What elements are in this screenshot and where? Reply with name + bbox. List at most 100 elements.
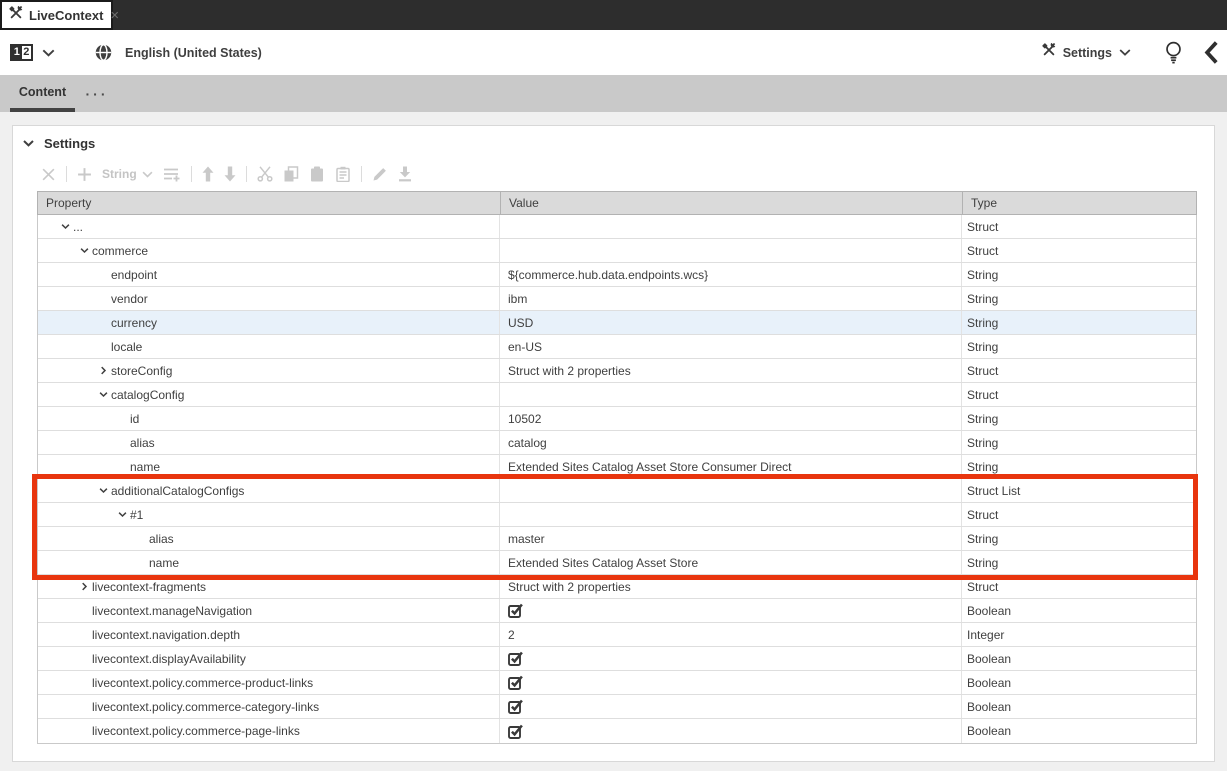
document-tab-livecontext[interactable]: LiveContext × [0, 0, 113, 30]
locale-label[interactable]: English (United States) [125, 46, 262, 60]
column-header-type[interactable]: Type [963, 192, 1195, 214]
table-row[interactable]: vendoribmString [38, 287, 1196, 311]
table-row[interactable]: catalogConfig Struct [38, 383, 1196, 407]
table-row[interactable]: id10502String [38, 407, 1196, 431]
variant-dropdown-chevron-icon[interactable] [42, 49, 55, 57]
property-name: #1 [130, 508, 143, 522]
table-row[interactable]: livecontext-fragmentsStruct with 2 prope… [38, 575, 1196, 599]
table-row[interactable]: aliascatalogString [38, 431, 1196, 455]
table-row[interactable]: additionalCatalogConfigsStruct List [38, 479, 1196, 503]
table-row[interactable]: currencyUSDString [38, 311, 1196, 335]
collapse-node-icon[interactable] [57, 222, 73, 231]
main-toolbar: 1 2 English (United States) [0, 30, 1227, 75]
variant-2: 2 [22, 46, 32, 59]
expand-node-icon[interactable] [95, 366, 111, 375]
section-collapse-icon[interactable] [23, 140, 34, 147]
table-row[interactable]: commerceStruct [38, 239, 1196, 263]
table-row[interactable]: storeConfig Struct with 2 properties Struc… [38, 359, 1196, 383]
property-value: Extended Sites Catalog Asset Store Consu… [508, 460, 791, 474]
property-name: storeConfig [111, 364, 172, 378]
table-row[interactable]: livecontext.policy.commerce-product-link… [38, 671, 1196, 695]
locale-globe-icon[interactable] [95, 44, 112, 61]
property-value: Extended Sites Catalog Asset Store [508, 556, 698, 570]
property-type: String [967, 316, 998, 330]
paste-special-button[interactable] [335, 166, 351, 182]
settings-form-panel: Settings String [12, 125, 1215, 762]
property-name: commerce [92, 244, 148, 258]
tab-more[interactable]: ··· [75, 75, 119, 112]
property-name: ... [73, 220, 83, 234]
document-tab-title: LiveContext [29, 8, 103, 23]
property-type: Boolean [967, 604, 1011, 618]
tab-content[interactable]: Content [10, 75, 75, 112]
checkbox-checked-icon[interactable] [508, 675, 524, 690]
move-up-button[interactable] [202, 166, 214, 182]
property-type: Struct [967, 388, 998, 402]
property-name: catalogConfig [111, 388, 184, 402]
copy-button[interactable] [283, 166, 299, 182]
edit-button[interactable] [372, 166, 388, 182]
column-header-property[interactable]: Property [38, 192, 501, 214]
section-title: Settings [44, 136, 95, 151]
table-row[interactable]: ... Struct [38, 215, 1196, 239]
property-type: Struct [967, 220, 998, 234]
property-name: livecontext.navigation.depth [92, 628, 240, 642]
tools-icon [1042, 43, 1056, 62]
checkbox-checked-icon[interactable] [508, 651, 524, 666]
view-tab-strip: Content ··· [0, 75, 1227, 112]
property-type: String [967, 460, 998, 474]
remove-property-button[interactable] [41, 167, 56, 182]
property-type: Struct [967, 508, 998, 522]
add-multiple-button[interactable] [163, 167, 181, 182]
collapse-node-icon[interactable] [114, 510, 130, 519]
table-row[interactable]: nameExtended Sites Catalog Asset StoreSt… [38, 551, 1196, 575]
tools-icon [9, 6, 23, 25]
column-header-value[interactable]: Value [501, 192, 963, 214]
table-row[interactable]: livecontext.manageNavigation Boolean [38, 599, 1196, 623]
property-type-selector[interactable]: String [102, 167, 153, 181]
import-button[interactable] [398, 166, 412, 182]
lightbulb-icon[interactable] [1165, 41, 1182, 64]
property-value: ${commerce.hub.data.endpoints.wcs} [508, 268, 708, 282]
settings-dropdown[interactable]: Settings [1042, 43, 1131, 62]
collapse-panel-chevron-icon[interactable] [1204, 41, 1218, 64]
property-name: livecontext.displayAvailability [92, 652, 246, 666]
table-row[interactable]: #1 Struct [38, 503, 1196, 527]
table-row[interactable]: livecontext.policy.commerce-category-lin… [38, 695, 1196, 719]
checkbox-checked-icon[interactable] [508, 603, 524, 618]
table-row[interactable]: aliasmasterString [38, 527, 1196, 551]
move-down-button[interactable] [224, 166, 236, 182]
cut-button[interactable] [257, 166, 273, 182]
property-type: Boolean [967, 652, 1011, 666]
toolbar-separator [191, 166, 192, 182]
table-body: ...StructcommerceStructendpoint${commerc… [37, 215, 1197, 744]
checkbox-checked-icon[interactable] [508, 699, 524, 714]
table-row[interactable]: endpoint${commerce.hub.data.endpoints.wc… [38, 263, 1196, 287]
collapse-node-icon[interactable] [76, 246, 92, 255]
property-type: String [967, 436, 998, 450]
property-value: master [508, 532, 545, 546]
property-name: additionalCatalogConfigs [111, 484, 244, 498]
table-row[interactable]: livecontext.navigation.depth2Integer [38, 623, 1196, 647]
property-name: livecontext-fragments [92, 580, 206, 594]
close-icon[interactable]: × [110, 8, 119, 23]
locale-variant-badge[interactable]: 1 2 [10, 44, 33, 61]
workspace: Settings String [0, 112, 1227, 771]
property-value: Struct with 2 properties [508, 364, 631, 378]
property-type: Boolean [967, 724, 1011, 738]
property-value: ibm [508, 292, 527, 306]
property-name: currency [111, 316, 157, 330]
table-row[interactable]: localeen-USString [38, 335, 1196, 359]
collapse-node-icon[interactable] [95, 486, 111, 495]
property-type: Struct [967, 364, 998, 378]
expand-node-icon[interactable] [76, 582, 92, 591]
table-row[interactable]: livecontext.policy.commerce-page-linksBo… [38, 719, 1196, 743]
paste-button[interactable] [309, 166, 325, 182]
table-row[interactable]: livecontext.displayAvailability Boolean [38, 647, 1196, 671]
collapse-node-icon[interactable] [95, 390, 111, 399]
property-type: String [967, 292, 998, 306]
checkbox-checked-icon[interactable] [508, 724, 524, 739]
table-row[interactable]: nameExtended Sites Catalog Asset Store C… [38, 455, 1196, 479]
property-name: livecontext.manageNavigation [92, 604, 252, 618]
add-property-button[interactable] [77, 167, 92, 182]
